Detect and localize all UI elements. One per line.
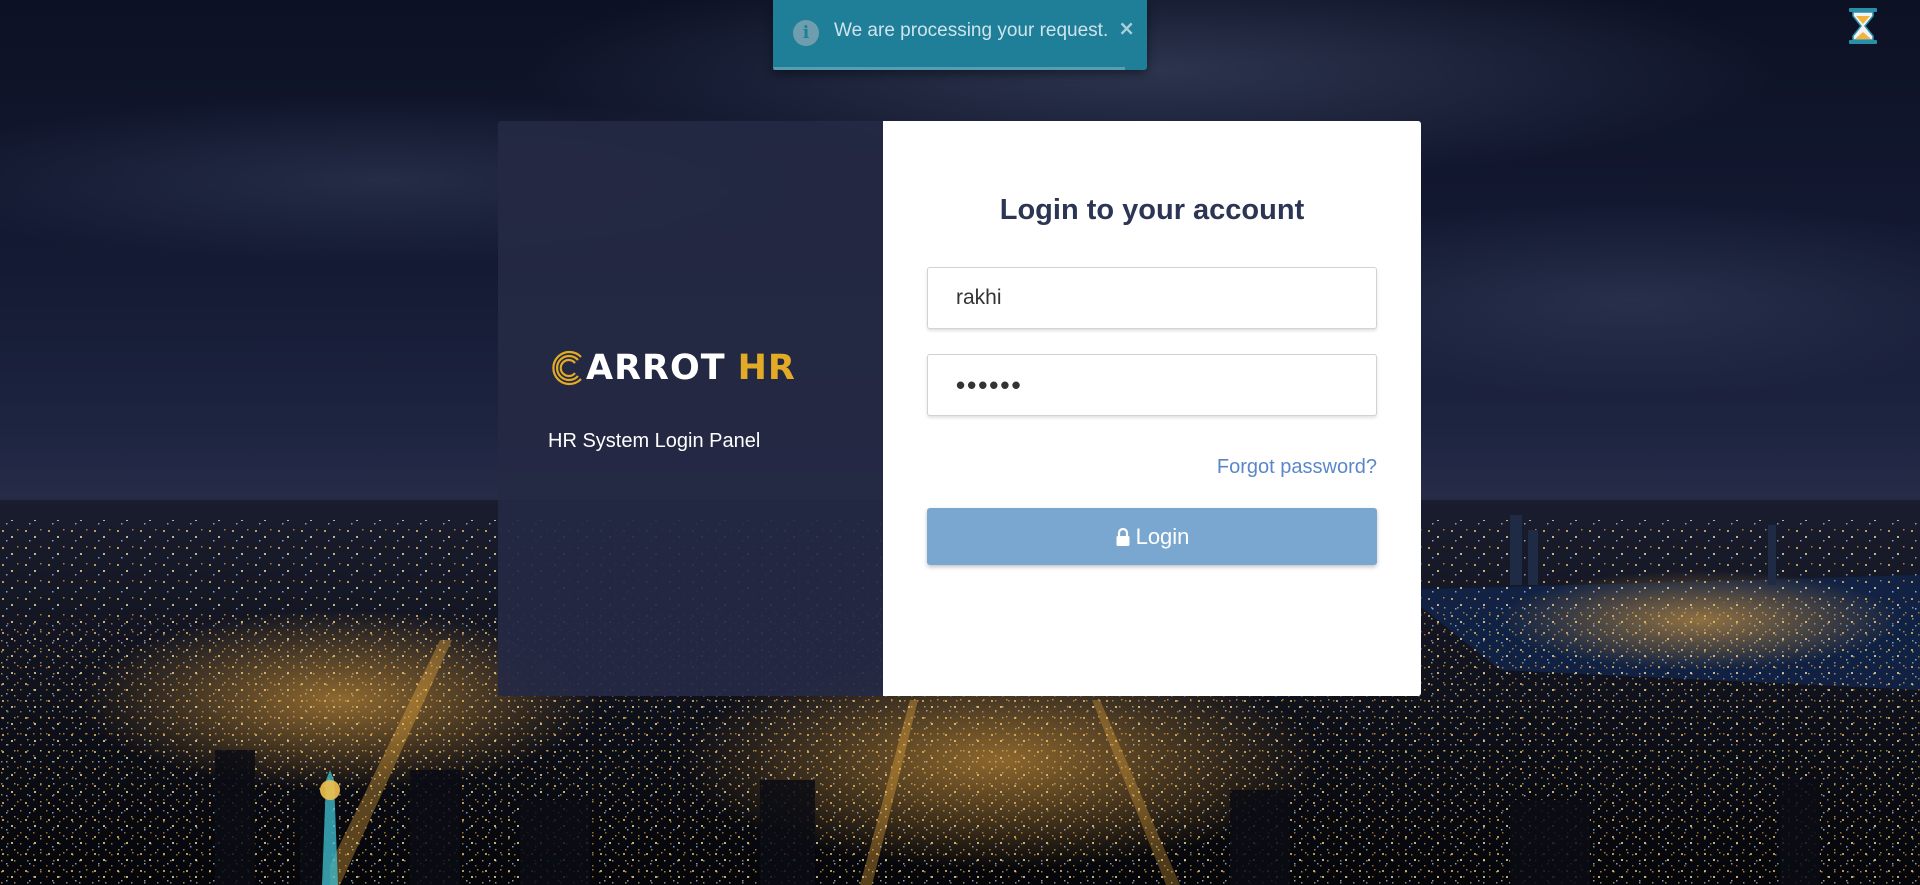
logo-c-icon [552, 350, 582, 386]
processing-notification: i We are processing your request. × [773, 0, 1147, 70]
username-field[interactable] [927, 267, 1377, 329]
logo-accent-text: HR [737, 348, 796, 388]
brand-panel: ARROT HR HR System Login Panel [498, 121, 883, 696]
panel-subtitle: HR System Login Panel [548, 430, 761, 452]
login-button-label: Login [1135, 523, 1190, 549]
notification-progress-bar [773, 67, 1125, 70]
logo-text: ARROT [586, 348, 726, 388]
forgot-password-link[interactable]: Forgot password? [1217, 456, 1377, 479]
login-panel: Login to your account Forgot password? L… [883, 121, 1421, 696]
close-icon[interactable]: × [1118, 16, 1135, 40]
notification-message: We are processing your request. [834, 20, 1109, 41]
carrot-hr-logo: ARROT HR [548, 346, 796, 390]
login-heading: Login to your account [999, 194, 1305, 226]
login-button[interactable]: Login [927, 508, 1377, 565]
info-icon: i [793, 20, 819, 46]
lock-icon [1116, 527, 1130, 546]
password-field[interactable] [927, 354, 1377, 416]
hourglass-icon [1849, 8, 1877, 44]
